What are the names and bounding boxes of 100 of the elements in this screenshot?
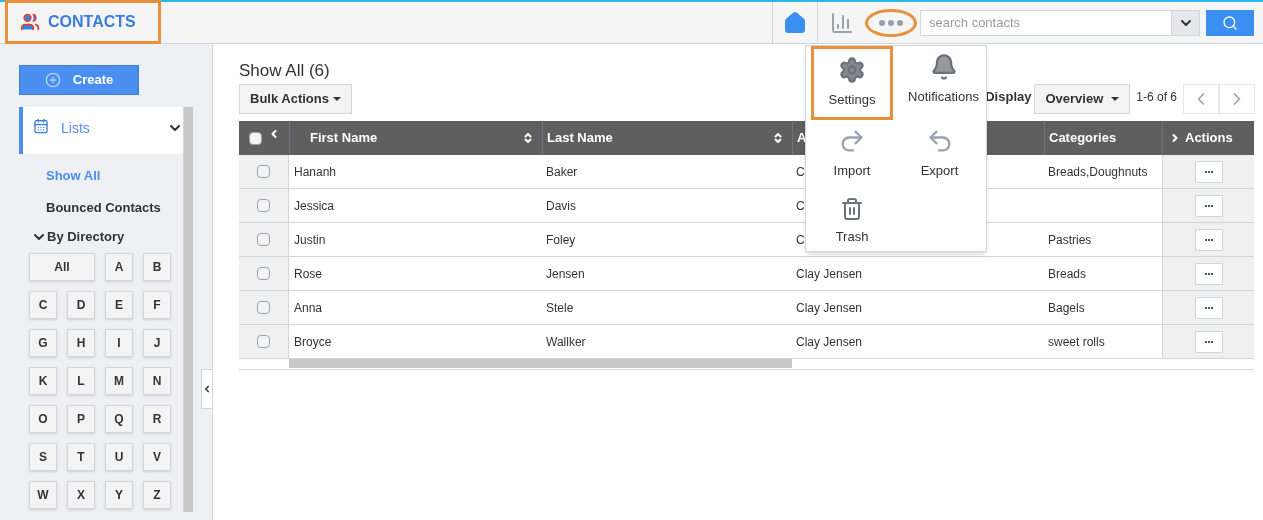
menu-item[interactable]: Trash <box>811 188 893 256</box>
bell-icon <box>929 53 958 82</box>
table-cell-text: C <box>796 163 805 181</box>
column-header[interactable]: Last Name <box>547 128 772 148</box>
row-actions-button[interactable] <box>1194 194 1223 217</box>
table-cell-text: Jessica <box>294 197 334 215</box>
letter-button[interactable]: T <box>67 442 95 471</box>
letter-button[interactable]: F <box>143 290 171 319</box>
checkbox[interactable] <box>257 233 270 246</box>
checkbox[interactable] <box>257 335 270 348</box>
collapse-handle[interactable] <box>201 369 213 409</box>
letter-button[interactable]: K <box>29 366 57 395</box>
row-actions-button[interactable] <box>1194 228 1223 251</box>
letter-button[interactable]: C <box>29 290 57 319</box>
home-button[interactable] <box>772 1 818 44</box>
table-cell-text: sweet rolls <box>1048 333 1105 351</box>
letter-button[interactable]: G <box>29 328 57 357</box>
letter-button[interactable]: Q <box>105 404 133 433</box>
horizontal-scrollbar[interactable] <box>289 359 792 368</box>
table-cell-text: Pastries <box>1048 231 1092 249</box>
sidebar-item[interactable]: Bounced Contacts <box>46 197 183 217</box>
table-cell-text: Broyce <box>294 333 332 351</box>
letter-button[interactable]: All <box>29 252 95 281</box>
letter-button[interactable]: H <box>67 328 95 357</box>
table-cell-text: Rose <box>294 265 322 283</box>
caret-icon <box>1111 97 1120 101</box>
display-select[interactable]: Overview <box>1034 84 1131 114</box>
checkbox[interactable] <box>257 301 270 314</box>
row-actions-button[interactable] <box>1194 330 1223 353</box>
gear-icon <box>838 56 866 85</box>
next-page-button[interactable] <box>1219 84 1255 114</box>
checkbox[interactable] <box>248 131 262 145</box>
letter-button[interactable]: J <box>143 328 171 357</box>
checkbox[interactable] <box>257 199 270 212</box>
bulk-actions-button[interactable]: Bulk Actions <box>239 84 352 114</box>
row-actions-button[interactable] <box>1194 296 1223 319</box>
table-cell-text: Baker <box>546 163 578 181</box>
trash-icon <box>840 197 864 222</box>
table-cell-text: Bagels <box>1048 299 1085 317</box>
letter-button[interactable]: O <box>29 404 57 433</box>
directory-toggle[interactable]: By Directory <box>31 227 125 247</box>
calendar-icon <box>33 118 49 134</box>
letter-button[interactable]: D <box>67 290 95 319</box>
letter-button[interactable]: P <box>67 404 95 433</box>
letter-button[interactable]: B <box>143 252 171 281</box>
app-title: CONTACTS <box>48 11 136 32</box>
letter-button[interactable]: R <box>143 404 171 433</box>
letter-button[interactable]: U <box>105 442 133 471</box>
table-cell-text: Breads <box>1048 265 1087 283</box>
letter-button[interactable]: X <box>67 480 95 509</box>
menu-item[interactable]: Import <box>811 120 893 188</box>
letter-button[interactable]: S <box>29 442 57 471</box>
table-cell-text: C <box>796 197 805 215</box>
chevron-left-icon <box>202 383 212 395</box>
plus-icon <box>44 72 61 88</box>
letter-button[interactable]: E <box>105 290 133 319</box>
table-cell-text: Justin <box>294 231 326 249</box>
search-icon <box>1222 14 1238 31</box>
search-button[interactable] <box>1206 9 1254 36</box>
letter-button[interactable]: Z <box>143 480 171 509</box>
page-title: Show All (6) <box>239 60 330 82</box>
pagination-text: 1-6 of 6 <box>1136 89 1177 106</box>
display-label: Display <box>985 87 1032 106</box>
table-cell-text: C <box>796 231 805 249</box>
app-title-box[interactable]: CONTACTS <box>5 0 161 44</box>
checkbox[interactable] <box>257 267 270 280</box>
table-cell-text: Davis <box>546 197 576 215</box>
more-button[interactable] <box>865 8 917 37</box>
sort-icon[interactable] <box>772 132 784 144</box>
column-header[interactable]: First Name <box>310 128 522 148</box>
caret-icon <box>333 97 341 101</box>
table-cell-text: Clay Jensen <box>796 333 863 351</box>
table-cell-text: Clay Jensen <box>796 299 863 317</box>
menu-item[interactable]: Settings <box>811 46 893 120</box>
people-icon <box>20 11 40 32</box>
letter-button[interactable]: Y <box>105 480 133 509</box>
prev-page-button[interactable] <box>1183 84 1219 114</box>
sort-icon[interactable] <box>522 132 534 144</box>
row-actions-button[interactable] <box>1194 160 1223 183</box>
row-actions-button[interactable] <box>1194 262 1223 285</box>
table-cell-text: Breads,Doughnuts <box>1048 163 1148 181</box>
column-header[interactable]: Categories <box>1049 128 1162 148</box>
letter-button[interactable]: L <box>67 366 95 395</box>
letter-button[interactable]: N <box>143 366 171 395</box>
search-field[interactable]: search contacts <box>920 9 1172 36</box>
dropdown-button[interactable] <box>1172 9 1200 36</box>
letter-button[interactable]: W <box>29 480 57 509</box>
letter-button[interactable]: V <box>143 442 171 471</box>
letter-button[interactable]: I <box>105 328 133 357</box>
chart-icon[interactable] <box>829 10 855 35</box>
letter-button[interactable]: M <box>105 366 133 395</box>
checkbox[interactable] <box>257 165 270 178</box>
table-cell-text: Clay Jensen <box>796 265 863 283</box>
menu-item[interactable]: Export <box>898 120 981 188</box>
scrollbar[interactable] <box>183 107 193 512</box>
letter-button[interactable]: A <box>105 252 133 281</box>
table-cell-text: Jensen <box>546 265 585 283</box>
column-header[interactable]: Actions <box>1185 128 1233 148</box>
table-cell-text: Wallker <box>546 333 586 351</box>
table-cell-text: Hananh <box>294 163 337 181</box>
